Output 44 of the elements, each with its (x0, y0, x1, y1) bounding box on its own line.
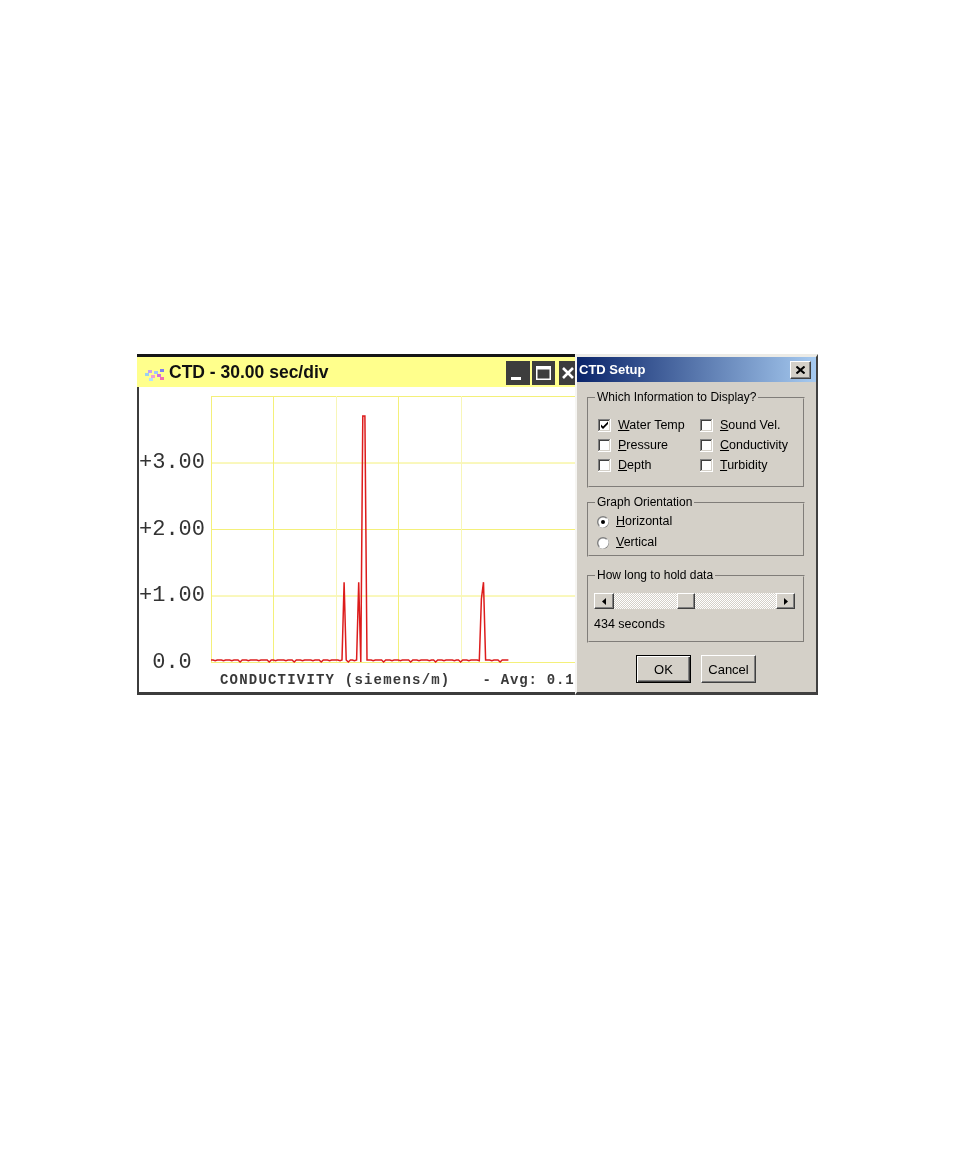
radio-label[interactable]: Horizontal (616, 514, 673, 529)
checkbox-label[interactable]: Water Temp (618, 417, 685, 433)
app-icon (145, 369, 165, 381)
chart-caption: CONDUCTIVITY (siemens/m) (220, 672, 451, 688)
y-tick-label: +3.00 (139, 450, 205, 475)
checkbox[interactable] (598, 438, 611, 452)
checkbox[interactable] (598, 458, 611, 472)
group-label: How long to hold data (595, 568, 716, 583)
checkbox[interactable] (700, 418, 713, 432)
cancel-button[interactable]: Cancel (701, 655, 756, 683)
minimize-button[interactable] (506, 361, 530, 385)
checkbox[interactable] (700, 438, 713, 452)
close-button[interactable] (790, 361, 811, 379)
checkbox-label[interactable]: Turbidity (720, 457, 768, 473)
scroll-left-button[interactable] (594, 593, 614, 609)
right-triangle-icon (783, 597, 788, 605)
radio-button[interactable] (597, 515, 609, 528)
close-icon (796, 366, 805, 374)
close-icon (562, 367, 574, 379)
average-reading: - Avg: 0.1 (482, 672, 575, 688)
y-tick-label: +2.00 (139, 516, 205, 542)
y-tick-label: +1.00 (139, 583, 205, 608)
left-triangle-icon (602, 597, 606, 605)
checkbox-label[interactable]: Pressure (618, 437, 669, 453)
group-label: Which Information to Display? (595, 390, 759, 405)
radio-label[interactable]: Vertical (616, 535, 657, 550)
window-title: CTD - 30.00 sec/div (169, 362, 329, 382)
checkbox[interactable] (598, 418, 611, 432)
radio-button[interactable] (597, 536, 609, 549)
scroll-right-button[interactable] (776, 593, 795, 609)
minimize-icon (511, 377, 521, 380)
group-label: Graph Orientation (595, 495, 695, 510)
slider-thumb[interactable] (677, 593, 696, 609)
close-button[interactable] (559, 361, 575, 385)
maximize-button[interactable] (532, 361, 555, 385)
y-tick-label: 0.0 (152, 649, 192, 672)
maximize-icon (536, 366, 551, 380)
checkbox-label[interactable]: Depth (618, 457, 652, 473)
dialog-title: CTD Setup (579, 362, 646, 377)
slider-reading: 434 seconds (594, 617, 665, 632)
checkbox-label[interactable]: Sound Vel. (720, 417, 781, 433)
checkbox[interactable] (700, 458, 713, 472)
ok-button[interactable]: OK (636, 655, 691, 683)
checkbox-label[interactable]: Conductivity (720, 437, 789, 453)
